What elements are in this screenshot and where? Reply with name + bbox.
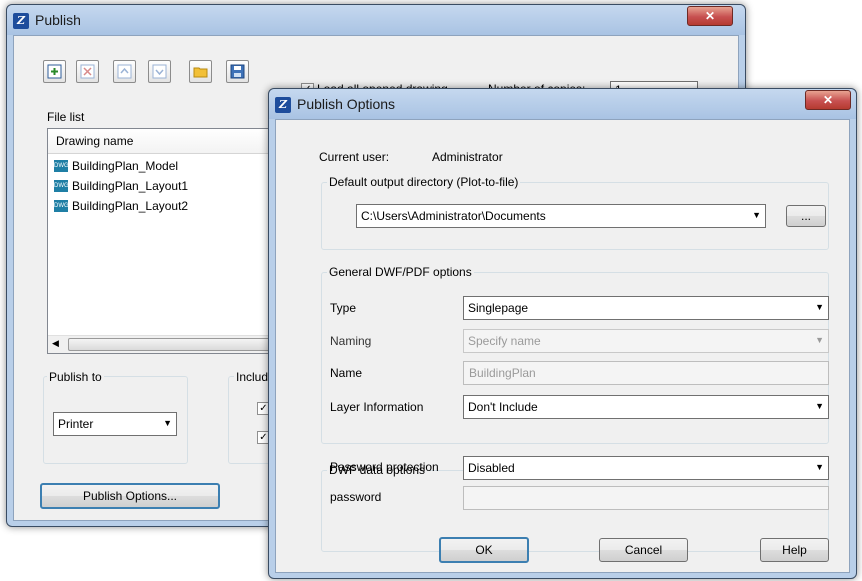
naming-value: Specify name: [468, 334, 541, 348]
publish-to-dropdown[interactable]: Printer ▼: [53, 412, 177, 436]
chevron-down-icon: ▼: [815, 462, 824, 472]
browse-button[interactable]: ...: [786, 205, 826, 227]
password-protection-value: Disabled: [468, 461, 515, 475]
file-name: BuildingPlan_Model: [72, 159, 179, 173]
naming-label: Naming: [330, 334, 372, 348]
drawing-name-header-label: Drawing name: [56, 134, 134, 148]
publish-to-label: Publish to: [47, 370, 104, 384]
file-list-label: File list: [47, 110, 85, 124]
include-label: Includ: [234, 370, 271, 384]
move-up-button[interactable]: [113, 60, 136, 83]
layer-info-dropdown[interactable]: Don't Include ▼: [463, 395, 829, 419]
app-logo-icon: Z: [275, 97, 291, 113]
options-close-button[interactable]: ✕: [805, 90, 851, 110]
file-list-box[interactable]: Drawing name DWG BuildingPlan_Model DWG …: [47, 128, 289, 354]
horizontal-scrollbar[interactable]: ◀: [48, 335, 288, 353]
current-user-value: Administrator: [432, 150, 503, 164]
cancel-button[interactable]: Cancel: [599, 538, 688, 562]
publish-title-bar[interactable]: Z Publish ✕: [7, 5, 745, 35]
output-dir-value: C:\Users\Administrator\Documents: [361, 209, 546, 223]
ok-button[interactable]: OK: [439, 537, 529, 563]
help-button[interactable]: Help: [760, 538, 829, 562]
open-folder-button[interactable]: [189, 60, 212, 83]
cancel-label: Cancel: [624, 543, 663, 557]
options-title: Publish Options: [297, 96, 396, 112]
scrollbar-thumb[interactable]: [68, 338, 270, 351]
publish-options-window: Z Publish Options ✕ Current user: Admini…: [268, 88, 857, 579]
options-client: Current user: Administrator Default outp…: [275, 119, 850, 573]
name-label: Name: [330, 366, 363, 380]
options-title-bar[interactable]: Z Publish Options ✕: [269, 89, 856, 119]
current-user-label: Current user:: [319, 150, 390, 164]
chevron-down-icon: ▼: [752, 210, 761, 220]
chevron-down-icon: ▼: [815, 335, 824, 345]
move-down-icon: [152, 64, 167, 79]
type-label: Type: [330, 301, 357, 315]
remove-sheet-icon: [80, 64, 95, 79]
add-sheet-icon: [47, 64, 62, 79]
layer-info-label: Layer Information: [330, 400, 424, 414]
scroll-left-icon[interactable]: ◀: [52, 338, 59, 349]
output-dir-label: Default output directory (Plot-to-file): [327, 175, 521, 189]
file-name: BuildingPlan_Layout1: [72, 179, 189, 193]
add-sheet-button[interactable]: [43, 60, 66, 83]
layer-info-value: Don't Include: [468, 400, 538, 414]
chevron-down-icon: ▼: [815, 302, 824, 312]
dwg-file-icon: DWG: [54, 180, 69, 192]
type-dropdown[interactable]: Singlepage ▼: [463, 296, 829, 320]
publish-close-button[interactable]: ✕: [687, 6, 733, 26]
chevron-down-icon: ▼: [163, 418, 172, 428]
move-up-icon: [117, 64, 132, 79]
output-dir-dropdown[interactable]: C:\Users\Administrator\Documents ▼: [356, 204, 766, 228]
publish-title: Publish: [35, 12, 81, 28]
app-logo-icon: Z: [13, 13, 29, 29]
ok-label: OK: [475, 543, 493, 557]
help-label: Help: [782, 543, 807, 557]
name-field[interactable]: BuildingPlan: [463, 361, 829, 385]
chevron-down-icon: ▼: [815, 401, 824, 411]
move-down-button[interactable]: [148, 60, 171, 83]
name-value: BuildingPlan: [469, 366, 536, 380]
password-label: password: [330, 490, 382, 504]
type-value: Singlepage: [468, 301, 529, 315]
file-name: BuildingPlan_Layout2: [72, 199, 189, 213]
dwg-file-icon: DWG: [54, 200, 69, 212]
browse-label: ...: [800, 209, 811, 223]
publish-options-button[interactable]: Publish Options...: [40, 483, 220, 509]
save-list-button[interactable]: [226, 60, 249, 83]
general-options-label: General DWF/PDF options: [327, 265, 474, 279]
publish-to-value: Printer: [58, 417, 94, 431]
drawing-name-header[interactable]: Drawing name: [48, 129, 288, 154]
password-protection-dropdown[interactable]: Disabled ▼: [463, 456, 829, 480]
publish-options-label: Publish Options...: [82, 489, 178, 503]
password-field[interactable]: [463, 486, 829, 510]
open-folder-icon: [193, 67, 208, 78]
save-list-icon: [230, 64, 245, 79]
naming-dropdown[interactable]: Specify name ▼: [463, 329, 829, 353]
dwf-data-group: [321, 470, 829, 552]
remove-sheet-button[interactable]: [76, 60, 99, 83]
password-protection-label: Password protection: [330, 460, 439, 474]
dwg-file-icon: DWG: [54, 160, 69, 172]
